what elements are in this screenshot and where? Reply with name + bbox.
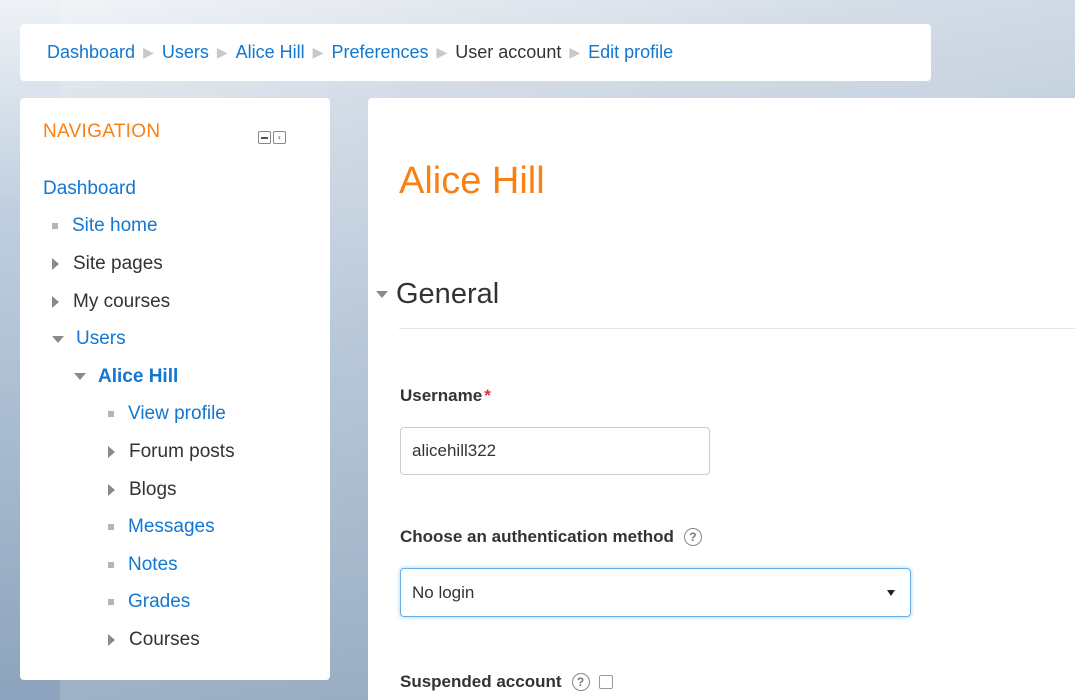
- main-region: Alice Hill General Username * alicehill3…: [368, 98, 1075, 700]
- nav-item-dashboard[interactable]: Dashboard: [20, 170, 330, 208]
- breadcrumb-preferences[interactable]: Preferences: [331, 42, 428, 63]
- bullet-icon: [108, 561, 114, 568]
- expand-arrow-icon[interactable]: [108, 445, 115, 458]
- breadcrumb-alice-hill[interactable]: Alice Hill: [236, 42, 305, 63]
- nav-item-label[interactable]: Courses: [129, 629, 200, 651]
- nav-item-label[interactable]: Notes: [128, 554, 178, 576]
- nav-item-label[interactable]: My courses: [73, 291, 170, 313]
- breadcrumb-user-account: User account: [455, 42, 562, 62]
- nav-item-label[interactable]: Site home: [72, 215, 158, 237]
- nav-item-label[interactable]: Dashboard: [43, 178, 136, 200]
- nav-item-view-profile[interactable]: View profile: [20, 396, 330, 434]
- bullet-icon: [108, 411, 114, 418]
- nav-item-label[interactable]: Grades: [128, 591, 190, 613]
- nav-item-my-courses[interactable]: My courses: [20, 283, 330, 321]
- nav-item-label[interactable]: Alice Hill: [98, 366, 178, 388]
- bullet-icon: [108, 524, 114, 531]
- collapse-arrow-icon[interactable]: [74, 373, 86, 381]
- collapse-arrow-icon[interactable]: [376, 291, 388, 298]
- nav-item-label[interactable]: Forum posts: [129, 441, 235, 463]
- suspended-account-checkbox[interactable]: [598, 675, 613, 689]
- navigation-block: NAVIGATION ‹ Dashboard Site home Site pa…: [20, 98, 330, 680]
- nav-item-messages[interactable]: Messages: [20, 508, 330, 546]
- bullet-icon: [108, 599, 114, 606]
- expand-arrow-icon[interactable]: [52, 295, 59, 308]
- block-controls: ‹: [258, 131, 286, 144]
- expand-arrow-icon[interactable]: [108, 633, 115, 646]
- nav-item-alice-hill[interactable]: Alice Hill: [20, 358, 330, 396]
- breadcrumb-separator-icon: ▶: [216, 44, 228, 60]
- suspended-account-label-text: Suspended account: [400, 672, 562, 691]
- dropdown-arrow-icon: [887, 590, 895, 596]
- navigation-tree: Dashboard Site home Site pages My course…: [20, 170, 330, 659]
- collapse-block-icon[interactable]: [258, 131, 271, 144]
- page-title: Alice Hill: [399, 160, 545, 202]
- auth-method-selected-value: No login: [412, 582, 475, 602]
- auth-method-label: Choose an authentication method ?: [400, 527, 702, 547]
- nav-item-users[interactable]: Users: [20, 320, 330, 358]
- nav-item-label[interactable]: Site pages: [73, 253, 163, 275]
- suspended-account-label: Suspended account ?: [400, 672, 613, 692]
- bullet-icon: [52, 223, 58, 230]
- breadcrumb-separator-icon: ▶: [436, 44, 448, 60]
- nav-item-forum-posts[interactable]: Forum posts: [20, 433, 330, 471]
- username-label: Username *: [400, 386, 491, 406]
- expand-arrow-icon[interactable]: [108, 483, 115, 496]
- username-input[interactable]: alicehill322: [400, 427, 710, 475]
- breadcrumb-dashboard[interactable]: Dashboard: [47, 42, 135, 63]
- required-marker: *: [484, 386, 491, 405]
- nav-item-label[interactable]: Messages: [128, 516, 215, 538]
- collapse-arrow-icon[interactable]: [52, 335, 64, 343]
- breadcrumb-separator-icon: ▶: [312, 44, 324, 60]
- breadcrumb-separator-icon: ▶: [569, 44, 581, 60]
- breadcrumb: Dashboard ▶ Users ▶ Alice Hill ▶ Prefere…: [20, 24, 931, 81]
- nav-item-blogs[interactable]: Blogs: [20, 471, 330, 509]
- nav-item-label[interactable]: Blogs: [129, 479, 177, 501]
- breadcrumb-edit-profile[interactable]: Edit profile: [588, 42, 673, 63]
- breadcrumb-separator-icon: ▶: [143, 44, 154, 60]
- help-icon[interactable]: ?: [571, 673, 590, 691]
- expand-arrow-icon[interactable]: [52, 257, 59, 270]
- section-divider: [399, 328, 1075, 329]
- navigation-title: NAVIGATION: [43, 121, 161, 142]
- general-section-header[interactable]: General: [376, 278, 499, 311]
- nav-item-site-home[interactable]: Site home: [20, 208, 330, 246]
- nav-item-courses[interactable]: Courses: [20, 621, 330, 659]
- help-icon[interactable]: ?: [683, 528, 702, 546]
- nav-item-label[interactable]: Users: [76, 328, 126, 350]
- username-label-text: Username: [400, 386, 483, 405]
- nav-item-notes[interactable]: Notes: [20, 546, 330, 584]
- nav-item-grades[interactable]: Grades: [20, 584, 330, 622]
- auth-method-label-text: Choose an authentication method: [400, 527, 674, 546]
- section-title[interactable]: General: [396, 278, 499, 311]
- auth-method-select[interactable]: No login: [400, 568, 911, 617]
- nav-item-label[interactable]: View profile: [128, 403, 226, 425]
- dock-block-icon[interactable]: ‹: [273, 131, 286, 144]
- nav-item-site-pages[interactable]: Site pages: [20, 245, 330, 283]
- breadcrumb-users[interactable]: Users: [162, 42, 209, 63]
